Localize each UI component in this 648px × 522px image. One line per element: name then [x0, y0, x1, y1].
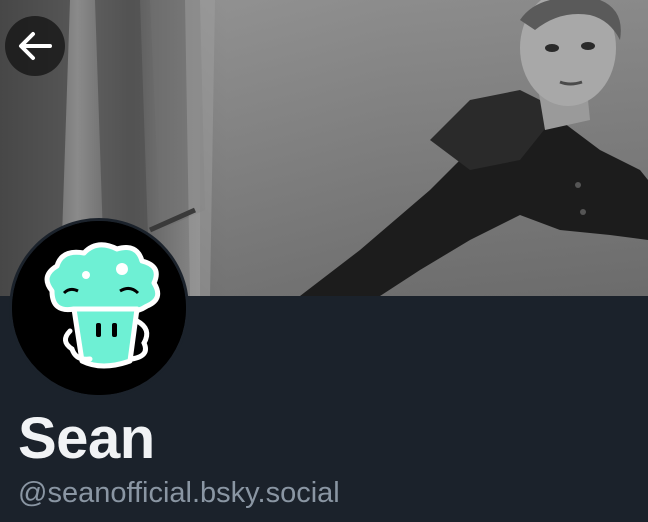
profile-header: Sean @seanofficial.bsky.social	[0, 0, 648, 522]
avatar-ring	[9, 218, 189, 398]
cupcake-avatar-icon	[12, 221, 186, 395]
profile-handle: @seanofficial.bsky.social	[18, 477, 340, 509]
arrow-left-icon	[19, 32, 52, 60]
back-button[interactable]	[5, 16, 65, 76]
profile-display-name: Sean	[18, 406, 155, 471]
avatar[interactable]	[12, 221, 186, 395]
